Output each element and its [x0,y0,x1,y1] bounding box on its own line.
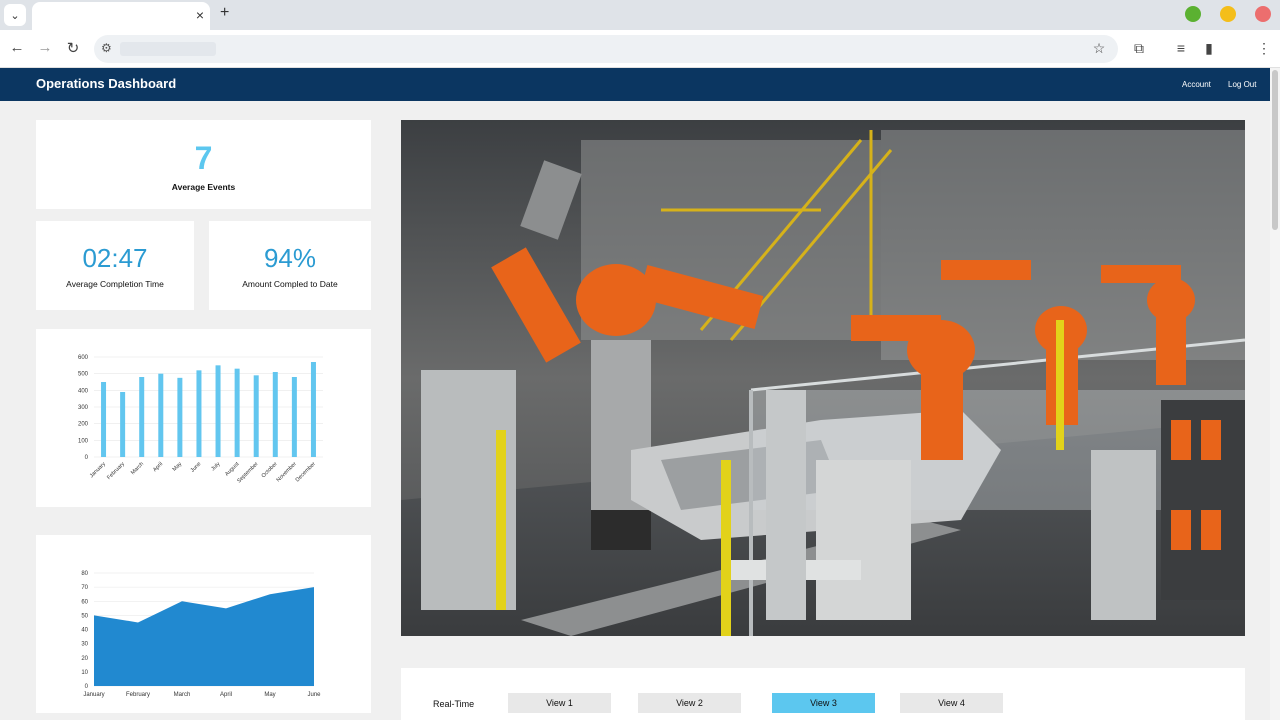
bar-chart-bar [158,373,164,457]
bookmark-star-icon[interactable]: ☆ [1090,40,1108,57]
area-chart-y-tick-label: 60 [81,599,88,605]
site-info-icon[interactable]: ⚙ [101,41,112,55]
bar-chart-bar [177,377,183,457]
bar-chart-x-tick-label: May [172,461,184,473]
bar-chart-x-tick-label: February [106,461,126,481]
amount-completed-label: Amount Compled to Date [242,279,338,289]
bar-chart-x-tick-label: October [261,461,279,479]
bar-chart-y-tick-label: 200 [78,422,89,428]
bar-chart-x-tick-label: June [190,461,203,474]
minimize-window-button[interactable] [1220,6,1236,22]
page-scrollbar[interactable] [1270,68,1280,720]
view-4-button[interactable]: View 4 [900,693,1003,713]
browser-tab[interactable]: × [32,2,210,30]
browser-tabstrip: ⌄ × + [0,0,1280,30]
address-text [120,42,216,56]
bar-chart-y-tick-label: 0 [85,455,89,461]
amount-completed-card: 94% Amount Compled to Date [209,221,371,310]
bar-chart-x-tick-label: January [89,461,107,479]
area-chart-x-tick-label: March [174,692,191,698]
tab-search-icon[interactable]: ⌄ [4,4,26,26]
area-chart-card: 0 10 20 30 40 50 60 70 80 January February March Apr… [36,535,371,713]
extensions-icon[interactable]: ⧉ [1130,40,1148,57]
bar-chart-bar [196,370,202,457]
bar-chart-bar [310,362,316,457]
bar-chart-y-tick-label: 100 [78,438,89,444]
reload-icon[interactable]: ↻ [63,39,83,57]
bar-chart-bar [272,372,278,457]
bar-chart-y-tick-label: 600 [78,355,89,361]
bar-chart-bar [139,377,145,457]
area-chart-y-tick-label: 40 [81,628,88,634]
completion-time-label: Average Completion Time [66,279,164,289]
app-header: Operations Dashboard Account Log Out [0,68,1270,101]
bar-chart-x-tick-label: September [236,461,259,484]
browser-menu-icon[interactable]: ⋮ [1255,40,1273,57]
forward-icon[interactable]: → [35,39,55,56]
side-panel-icon[interactable]: ▮ [1200,40,1218,57]
factory-camera-image [401,120,1245,636]
area-chart-y-tick-label: 20 [81,656,88,662]
average-events-card: 7 Average Events [36,120,371,209]
logout-link[interactable]: Log Out [1228,80,1256,89]
area-chart-x-tick-label: February [126,692,150,698]
page-title: Operations Dashboard [36,76,177,91]
bar-chart-bar [120,392,126,457]
scrollbar-thumb[interactable] [1272,70,1278,230]
completion-time-card: 02:47 Average Completion Time [36,221,194,310]
bar-chart-y-tick-label: 400 [78,388,89,394]
area-chart: 0 10 20 30 40 50 60 70 80 January February March Apr… [81,571,321,698]
view-2-button[interactable]: View 2 [638,693,741,713]
amount-completed-value: 94% [263,243,317,273]
average-events-value: 7 [194,140,213,176]
close-window-button[interactable] [1255,6,1271,22]
bar-chart-x-tick-label: August [224,461,241,478]
account-link[interactable]: Account [1182,80,1211,89]
address-bar[interactable]: ⚙ [94,35,1118,63]
area-chart-x-tick-label: January [83,692,104,698]
area-chart-y-tick-label: 30 [81,642,88,648]
bar-chart-bar [234,368,240,457]
bar-chart-y-tick-label: 500 [78,372,89,378]
bar-chart-bar [215,365,221,457]
bar-chart-bar [291,377,297,457]
maximize-window-button[interactable] [1185,6,1201,22]
camera-view-controls: Real-Time View 1 View 2 View 3 View 4 [401,668,1245,720]
monthly-bar-chart: 0 100 200 300 400 500 600 January February March A… [78,355,323,484]
bar-chart-bar [101,382,107,457]
completion-time-value: 02:47 [82,243,148,273]
view-3-button[interactable]: View 3 [772,693,875,713]
average-events-label: Average Events [171,182,236,192]
back-icon[interactable]: ← [7,39,27,56]
area-chart-x-tick-label: May [264,692,275,698]
dashboard-page: Operations Dashboard Account Log Out 7 A… [0,68,1270,720]
area-chart-y-tick-label: 70 [81,585,88,591]
monthly-bar-chart-card: 0 100 200 300 400 500 600 January February March A… [36,329,371,507]
bar-chart-x-tick-label: July [210,461,221,472]
area-chart-y-tick-label: 10 [81,670,88,676]
area-chart-y-tick-label: 80 [81,571,88,577]
area-chart-y-tick-label: 50 [81,613,88,619]
bar-chart-x-tick-label: December [295,461,317,483]
close-tab-icon[interactable]: × [196,7,204,23]
area-chart-series [94,587,314,686]
bar-chart-x-tick-label: April [152,461,164,473]
bar-chart-bar [253,375,259,457]
area-chart-y-tick-label: 0 [85,684,89,690]
area-chart-x-tick-label: April [220,692,232,698]
view-1-button[interactable]: View 1 [508,693,611,713]
bar-chart-y-tick-label: 300 [78,405,89,411]
area-chart-x-tick-label: June [307,692,321,698]
media-control-icon[interactable]: ≡ [1172,40,1190,56]
new-tab-icon[interactable]: + [220,4,229,22]
real-time-label: Real-Time [433,699,475,709]
browser-toolbar: ← → ↻ ⚙ ☆ ⧉ ≡ ▮ ⋮ [0,30,1280,68]
bar-chart-x-tick-label: March [130,461,145,476]
